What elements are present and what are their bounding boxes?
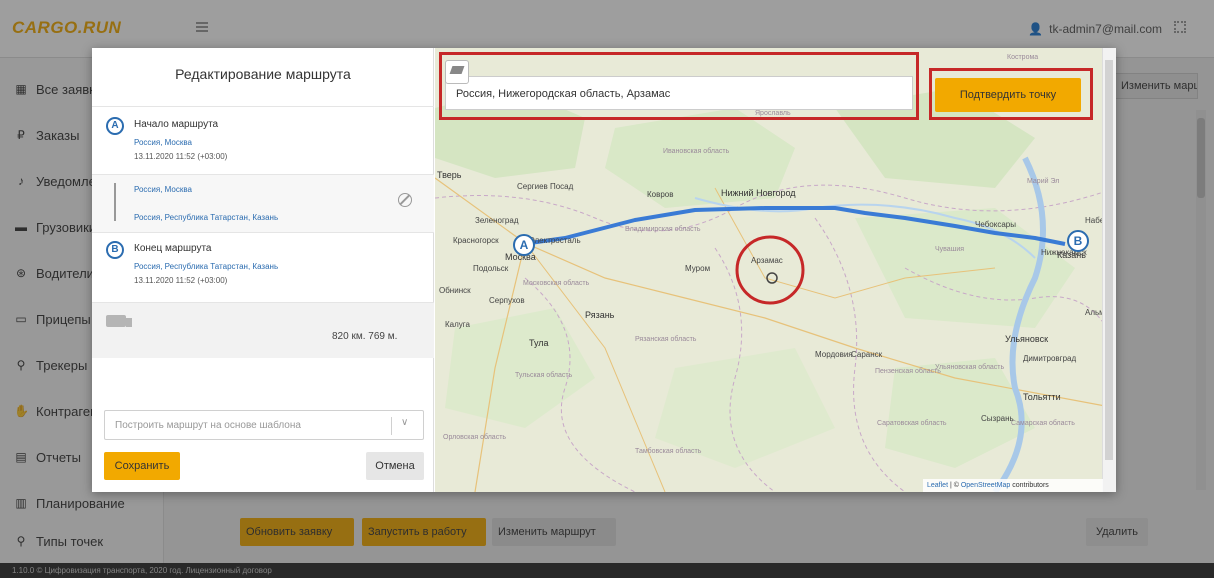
- point-b-label: Конец маршрута: [134, 243, 212, 254]
- confirm-highlight-box: [929, 68, 1093, 120]
- map-label-obninsk: Обнинск: [439, 286, 471, 295]
- map-label-moscow-obl: Московская область: [523, 280, 590, 287]
- search-highlight-box: [439, 52, 919, 120]
- map-label-mordovia: Мордовия: [815, 350, 853, 359]
- point-b-time: 13.11.2020 11:52 (+03:00): [134, 276, 228, 285]
- map-label-krasnogorsk: Красногорск: [453, 236, 499, 245]
- modal-title: Редактирование маршрута: [175, 66, 351, 82]
- point-a-marker-icon: A: [106, 117, 124, 135]
- map-label-penza-obl: Пензенская область: [875, 368, 941, 375]
- map-label-tver: Тверь: [437, 170, 462, 180]
- map-label-tula: Тула: [529, 338, 549, 348]
- map-label-kostroma: Кострома: [1007, 54, 1039, 61]
- map-label-elektrostal: Электросталь: [529, 236, 581, 245]
- map-label-vladimir-obl: Владимирская область: [625, 226, 701, 233]
- route-panel: Редактирование маршрута A Начало маршрут…: [92, 48, 434, 492]
- map-label-chuvashia: Чувашия: [935, 246, 965, 253]
- route-map[interactable]: Ярославль Кострома Марий Эл Ивановская о…: [435, 48, 1116, 492]
- point-a-place[interactable]: Россия, Москва: [134, 138, 192, 147]
- truck-icon: [106, 315, 132, 327]
- map-label-ulyanovsk-obl: Ульяновская область: [935, 364, 1005, 371]
- map-label-zelenograd: Зеленоград: [475, 216, 519, 225]
- remove-segment-icon[interactable]: [398, 193, 412, 207]
- point-b-marker-icon: B: [106, 241, 124, 259]
- route-distance: 820 км. 769 м.: [332, 331, 398, 342]
- map-attribution: Leaflet | © OpenStreetMap contributors: [923, 479, 1103, 492]
- map-label-orel-obl: Орловская область: [443, 434, 507, 441]
- point-b-place[interactable]: Россия, Республика Татарстан, Казань: [134, 262, 278, 271]
- segment-line: [114, 183, 116, 221]
- map-label-saratov-obl: Саратовская область: [877, 420, 947, 427]
- route-marker-b[interactable]: B: [1067, 230, 1089, 252]
- map-label-dimitrovgrad: Димитровград: [1023, 354, 1077, 363]
- map-label-syzran: Сызрань: [981, 414, 1014, 423]
- edit-route-modal: Редактирование маршрута A Начало маршрут…: [92, 48, 1116, 492]
- point-a-label: Начало маршрута: [134, 119, 219, 130]
- route-marker-a[interactable]: A: [513, 234, 535, 256]
- route-summary: 820 км. 769 м.: [92, 302, 434, 358]
- map-label-tambov-obl: Тамбовская область: [635, 448, 702, 455]
- route-segment[interactable]: Россия, Москва Россия, Республика Татарс…: [92, 174, 434, 232]
- map-label-samara-obl: Самарская область: [1011, 420, 1075, 427]
- map-label-serpukhov: Серпухов: [489, 296, 525, 305]
- map-label-ryazan-obl: Рязанская область: [635, 336, 697, 343]
- segment-to[interactable]: Россия, Республика Татарстан, Казань: [134, 213, 278, 222]
- map-label-nizhny-novgorod: Нижний Новгород: [721, 188, 796, 198]
- map-label-mariy-el: Марий Эл: [1027, 178, 1060, 185]
- route-point-end[interactable]: B Конец маршрута Россия, Республика Тата…: [92, 232, 434, 302]
- map-label-ivanovo-obl: Ивановская область: [663, 148, 730, 155]
- osm-link[interactable]: OpenStreetMap: [961, 482, 1010, 489]
- map-label-sergiev-posad: Сергиев Посад: [517, 182, 574, 191]
- select-divider: [391, 417, 392, 435]
- map-label-podolsk: Подольск: [473, 264, 509, 273]
- template-placeholder: Построить маршрут на основе шаблона: [115, 420, 301, 431]
- map-label-tolyatti: Тольятти: [1023, 392, 1061, 402]
- attribution-separator: | ©: [948, 482, 961, 489]
- segment-from[interactable]: Россия, Москва: [134, 185, 192, 194]
- map-label-murom: Муром: [685, 264, 711, 273]
- route-template-select[interactable]: Построить маршрут на основе шаблона ∨: [104, 410, 424, 440]
- cancel-button[interactable]: Отмена: [366, 452, 424, 480]
- map-label-ulyanovsk: Ульяновск: [1005, 334, 1049, 344]
- attribution-suffix: contributors: [1010, 482, 1049, 489]
- map-label-cheboksary: Чебоксары: [975, 220, 1016, 229]
- chevron-down-icon[interactable]: ∨: [401, 417, 408, 428]
- map-label-arzamas: Арзамас: [751, 256, 783, 265]
- save-button[interactable]: Сохранить: [104, 452, 180, 480]
- map-scrollbar-thumb[interactable]: [1105, 60, 1113, 460]
- map-label-saransk: Саранск: [851, 350, 883, 359]
- map-label-ryazan: Рязань: [585, 310, 615, 320]
- map-label-tula-obl: Тульская область: [515, 372, 573, 379]
- route-point-start[interactable]: A Начало маршрута Россия, Москва 13.11.2…: [92, 106, 434, 174]
- leaflet-link[interactable]: Leaflet: [927, 482, 948, 489]
- point-a-time: 13.11.2020 11:52 (+03:00): [134, 152, 228, 161]
- map-label-kovrov: Ковров: [647, 190, 674, 199]
- map-label-kaluga: Калуга: [445, 320, 470, 329]
